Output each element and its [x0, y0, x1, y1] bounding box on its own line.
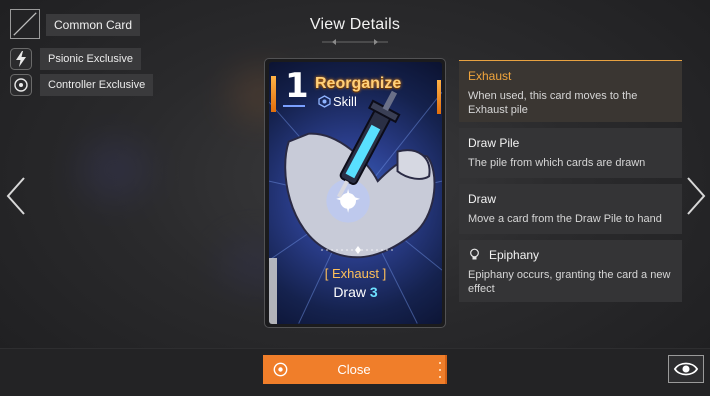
- keyword-title: Exhaust: [468, 69, 512, 83]
- close-button-label: Close: [337, 362, 371, 377]
- close-button[interactable]: Close: [263, 355, 447, 384]
- card-type: Skill: [333, 94, 357, 109]
- keyword-panel-exhaust[interactable]: Exhaust When used, this card moves to th…: [459, 60, 682, 122]
- card-name: Reorganize: [315, 75, 402, 92]
- keyword-title-row: Epiphany: [468, 248, 673, 262]
- lightning-icon: [10, 48, 32, 70]
- keyword-title: Draw Pile: [468, 136, 520, 150]
- psionic-exclusive-label: Psionic Exclusive: [40, 48, 141, 70]
- eye-icon: [673, 362, 699, 376]
- card-art: 1 Reorganize Skill [ Exhaust ] Draw 3: [269, 62, 442, 324]
- keyword-title: Epiphany: [489, 248, 540, 262]
- controller-exclusive-label: Controller Exclusive: [40, 74, 154, 96]
- title-ornament: [322, 39, 388, 45]
- card-keyword-line: [ Exhaust ]: [324, 266, 387, 281]
- next-arrow-icon[interactable]: [684, 176, 708, 216]
- card-preview: 1 Reorganize Skill [ Exhaust ] Draw 3: [264, 58, 446, 328]
- page-title: View Details: [309, 16, 401, 33]
- keyword-panel-draw-pile[interactable]: Draw Pile The pile from which cards are …: [459, 128, 682, 178]
- lightbulb-icon: [470, 248, 479, 260]
- keyword-description: The pile from which cards are drawn: [468, 157, 646, 169]
- keyword-panel-epiphany[interactable]: Epiphany Epiphany occurs, granting the c…: [459, 240, 682, 302]
- button-ornament: [439, 362, 441, 378]
- skill-type-icon: [318, 95, 331, 108]
- previous-arrow-icon[interactable]: [4, 176, 28, 216]
- card-effect-value: 3: [369, 284, 378, 300]
- keyword-panel-draw[interactable]: Draw Move a card from the Draw Pile to h…: [459, 184, 682, 234]
- card-divider-ornament: [321, 246, 395, 254]
- cost-underline: [283, 105, 305, 107]
- target-icon: [10, 74, 32, 96]
- card-effect-line: Draw 3: [269, 284, 442, 300]
- card-frame-accent: [437, 80, 441, 114]
- card-frame-accent: [271, 76, 276, 112]
- keyword-description: Move a card from the Draw Pile to hand: [468, 213, 662, 225]
- card-effect-text: Draw: [333, 284, 366, 300]
- keyword-title: Draw: [468, 192, 497, 206]
- background-blur: [80, 140, 150, 200]
- eye-toggle-button[interactable]: [668, 355, 704, 383]
- keyword-description: Epiphany occurs, granting the card a new…: [468, 269, 671, 295]
- card-cost: 1: [285, 66, 309, 106]
- keyword-description: When used, this card moves to the Exhaus…: [468, 90, 638, 116]
